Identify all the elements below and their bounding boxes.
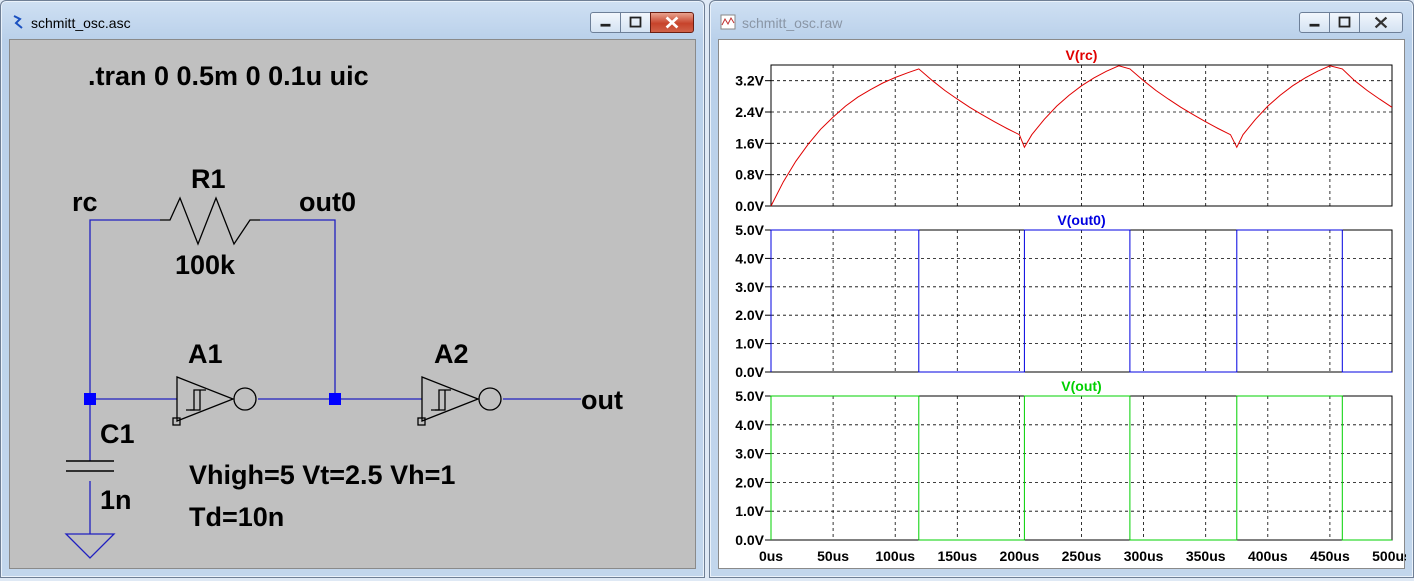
ltspice-schematic-icon: [13, 15, 23, 29]
close-button[interactable]: [1359, 12, 1403, 33]
junction-rc: [84, 393, 96, 405]
plot-pane-1[interactable]: 0.0V 1.0V 2.0V 3.0V 4.0V 5.0V V(out0): [735, 212, 1393, 380]
wire-out0-right: [260, 219, 336, 399]
waveform-window: schmitt_osc.raw 0.0V 0.8V 1.6V 2.4V 3.2V V(rc…: [709, 0, 1414, 578]
plot-pane-2[interactable]: 0.0V 1.0V 2.0V 3.0V 4.0V 5.0V V(out) 0us 50us 100…: [735, 378, 1412, 564]
x-tick-label: 350us: [1186, 548, 1226, 564]
minimize-button[interactable]: [590, 12, 621, 33]
x-tick-label: 250us: [1062, 548, 1102, 564]
x-tick-label: 150us: [937, 548, 977, 564]
ground-symbol: [64, 533, 116, 559]
y-tick-label: 4.0V: [735, 417, 764, 433]
y-tick-label: 0.0V: [735, 198, 764, 214]
maximize-icon: [1338, 16, 1351, 28]
c1-value[interactable]: 1n: [100, 485, 132, 515]
x-tick-label: 0us: [759, 548, 783, 564]
waveform-viewer-icon: [720, 14, 736, 30]
close-icon: [1374, 16, 1388, 29]
maximize-button[interactable]: [620, 12, 651, 33]
net-label-out[interactable]: out: [581, 385, 623, 415]
a2-label: A2: [434, 339, 469, 369]
model-params-line1[interactable]: Vhigh=5 Vt=2.5 Vh=1: [189, 460, 455, 490]
minimize-icon: [600, 23, 611, 27]
trace-title[interactable]: V(rc): [1066, 47, 1098, 63]
y-tick-label: 1.0V: [735, 336, 764, 352]
minimize-button[interactable]: [1299, 12, 1330, 33]
r1-label: R1: [191, 164, 226, 194]
waveform-titlebar[interactable]: schmitt_osc.raw: [710, 1, 1413, 37]
x-tick-label: 200us: [1000, 548, 1040, 564]
schmitt-inverter-a2[interactable]: [417, 376, 502, 426]
y-tick-label: 0.0V: [735, 364, 764, 380]
trace-title[interactable]: V(out): [1061, 378, 1101, 394]
x-tick-label: 300us: [1124, 548, 1164, 564]
net-label-out0[interactable]: out0: [299, 187, 356, 217]
r1-value[interactable]: 100k: [175, 250, 236, 280]
resistor-r1[interactable]: [160, 196, 260, 246]
y-tick-label: 3.0V: [735, 446, 764, 462]
y-tick-label: 0.8V: [735, 167, 764, 183]
window-title: schmitt_osc.raw: [742, 15, 843, 31]
schmitt-inverter-a1[interactable]: [172, 376, 257, 426]
wire-rc-left: [89, 219, 160, 399]
waveform-canvas[interactable]: 0.0V 0.8V 1.6V 2.4V 3.2V V(rc) 0.0V 1.0V 2.0V 3.0…: [718, 39, 1412, 569]
schematic-titlebar[interactable]: schmitt_osc.asc: [1, 1, 704, 37]
x-tick-label: 400us: [1248, 548, 1288, 564]
trace-title[interactable]: V(out0): [1057, 212, 1105, 228]
y-tick-label: 1.0V: [735, 503, 764, 519]
capacitor-c1[interactable]: [66, 460, 114, 472]
x-tick-label: 500us: [1372, 548, 1406, 564]
close-icon: [665, 16, 679, 29]
schematic-drawing: .tran 0 0.5m 0 0.1u uic R1 100k C1 1n A1…: [64, 61, 623, 559]
model-params-line2[interactable]: Td=10n: [189, 502, 284, 532]
y-tick-label: 4.0V: [735, 250, 764, 266]
maximize-button[interactable]: [1329, 12, 1360, 33]
x-tick-label: 100us: [875, 548, 915, 564]
y-tick-label: 5.0V: [735, 222, 764, 238]
y-tick-label: 2.0V: [735, 474, 764, 490]
c1-label: C1: [100, 419, 135, 449]
maximize-icon: [629, 16, 642, 28]
x-tick-label: 50us: [817, 548, 849, 564]
y-tick-label: 1.6V: [735, 135, 764, 151]
y-tick-label: 0.0V: [735, 532, 764, 548]
schematic-window: schmitt_osc.asc .tran 0 0.5m 0 0.1u uic: [0, 0, 705, 578]
a1-label: A1: [188, 339, 223, 369]
junction-out0: [329, 393, 341, 405]
y-tick-label: 2.4V: [735, 104, 764, 120]
minimize-icon: [1309, 23, 1320, 27]
plot-pane-0[interactable]: 0.0V 0.8V 1.6V 2.4V 3.2V V(rc): [735, 47, 1393, 214]
y-tick-label: 3.0V: [735, 279, 764, 295]
waveform-plots: 0.0V 0.8V 1.6V 2.4V 3.2V V(rc) 0.0V 1.0V 2.0V 3.0…: [735, 47, 1412, 564]
y-tick-label: 2.0V: [735, 307, 764, 323]
sim-directive[interactable]: .tran 0 0.5m 0 0.1u uic: [88, 61, 369, 91]
schematic-canvas[interactable]: .tran 0 0.5m 0 0.1u uic R1 100k C1 1n A1…: [9, 39, 696, 569]
y-tick-label: 5.0V: [735, 388, 764, 404]
net-label-rc[interactable]: rc: [72, 187, 98, 217]
close-button[interactable]: [650, 12, 694, 33]
x-tick-label: 450us: [1310, 548, 1350, 564]
window-title: schmitt_osc.asc: [31, 15, 131, 31]
y-tick-label: 3.2V: [735, 73, 764, 89]
